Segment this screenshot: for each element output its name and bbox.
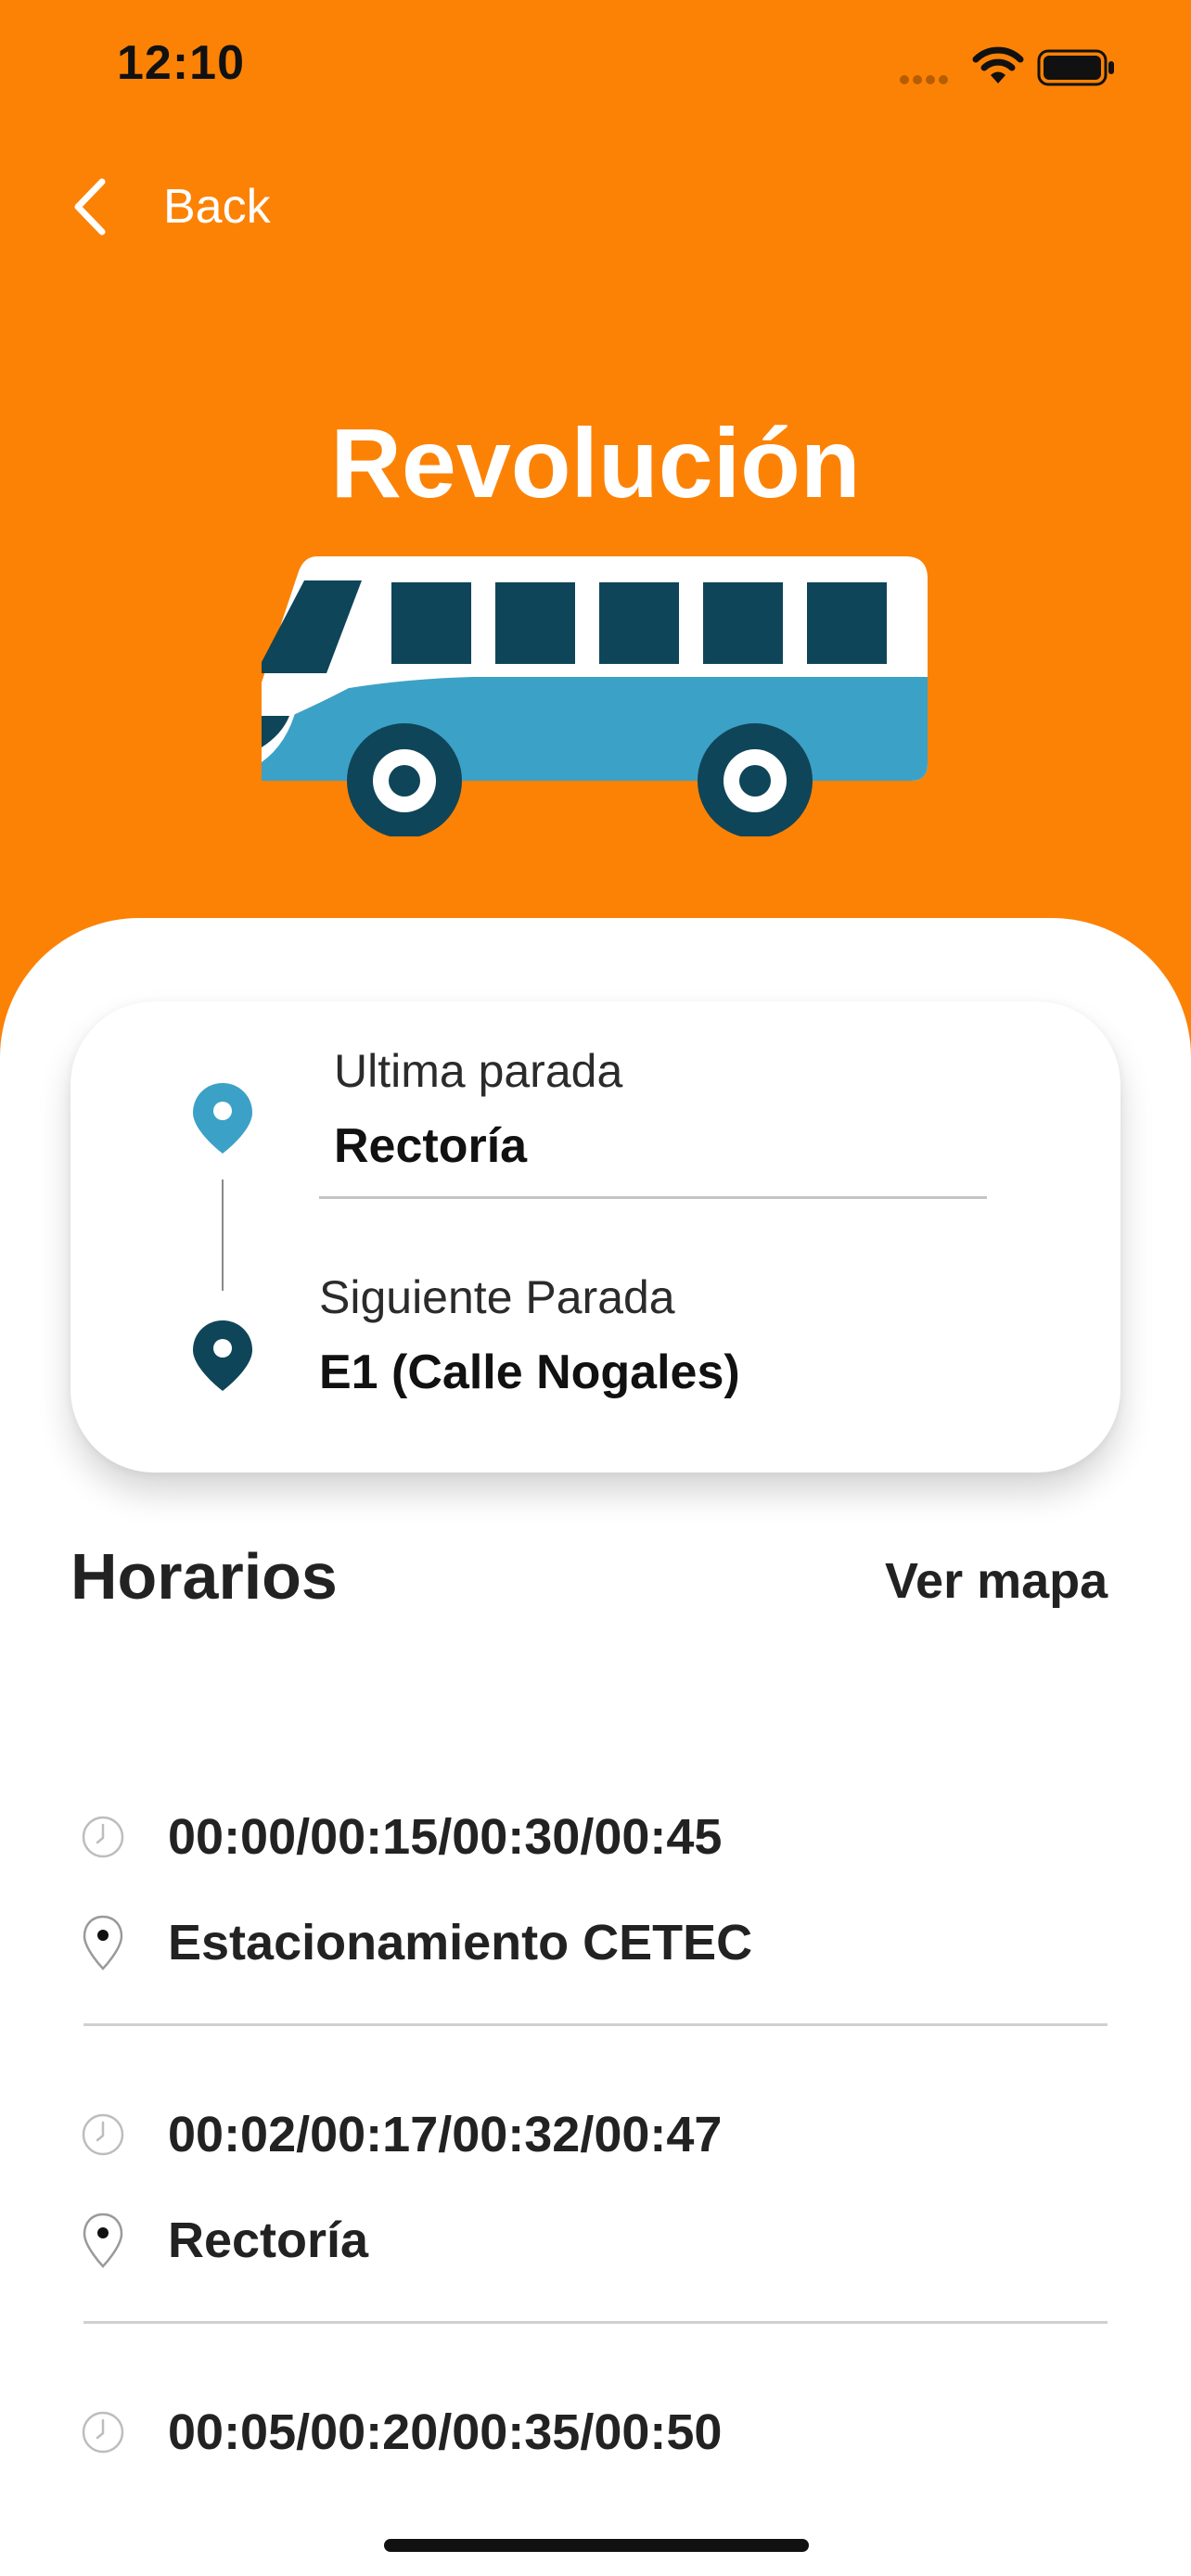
view-map-link[interactable]: Ver mapa: [885, 1552, 1108, 1610]
schedule-divider: [83, 2321, 1108, 2324]
stop-divider: [319, 1196, 987, 1199]
map-pin-icon: [83, 1915, 123, 1970]
schedule-heading: Horarios: [70, 1540, 338, 1613]
map-pin-icon: [83, 2213, 123, 2268]
schedule-item[interactable]: 00:05/00:20/00:35/00:50: [82, 2391, 1109, 2474]
next-stop-label: Siguiente Parada: [319, 1271, 675, 1323]
back-label: Back: [163, 180, 271, 234]
clock-icon: [82, 1816, 124, 1858]
signal-icon: [900, 72, 952, 89]
clock-icon: [82, 2411, 124, 2454]
schedule-item[interactable]: 00:00/00:15/00:30/00:45 Estacionamiento …: [82, 1795, 1109, 2026]
map-pin-icon: [193, 1320, 252, 1391]
status-bar: 12:10: [0, 0, 1191, 139]
stop-card: Ultima parada Rectoría Siguiente Parada …: [70, 1001, 1121, 1473]
back-button[interactable]: Back: [72, 174, 271, 239]
route-title: Revolución: [330, 409, 861, 518]
clock-icon: [82, 2113, 124, 2156]
last-stop-value: Rectoría: [334, 1119, 528, 1173]
schedule-stop: Estacionamiento CETEC: [168, 1915, 753, 1970]
bus-icon: [262, 556, 928, 836]
schedule-times: 00:00/00:15/00:30/00:45: [168, 1809, 723, 1865]
status-time: 12:10: [117, 36, 245, 90]
map-pin-icon: [193, 1083, 252, 1154]
schedule-stop: Rectoría: [168, 2213, 369, 2268]
route-header: [0, 0, 1191, 1057]
schedule-divider: [83, 2023, 1108, 2026]
battery-icon: [1037, 49, 1114, 86]
wifi-icon: [972, 46, 1024, 83]
schedule-times: 00:05/00:20/00:35/00:50: [168, 2404, 723, 2460]
chevron-left-icon: [74, 178, 106, 236]
route-connector-line: [222, 1180, 224, 1291]
schedule-times: 00:02/00:17/00:32/00:47: [168, 2107, 723, 2162]
last-stop-label: Ultima parada: [334, 1045, 623, 1097]
next-stop-value: E1 (Calle Nogales): [319, 1345, 740, 1399]
home-indicator[interactable]: [384, 2539, 809, 2552]
schedule-item[interactable]: 00:02/00:17/00:32/00:47 Rectoría: [82, 2093, 1109, 2324]
